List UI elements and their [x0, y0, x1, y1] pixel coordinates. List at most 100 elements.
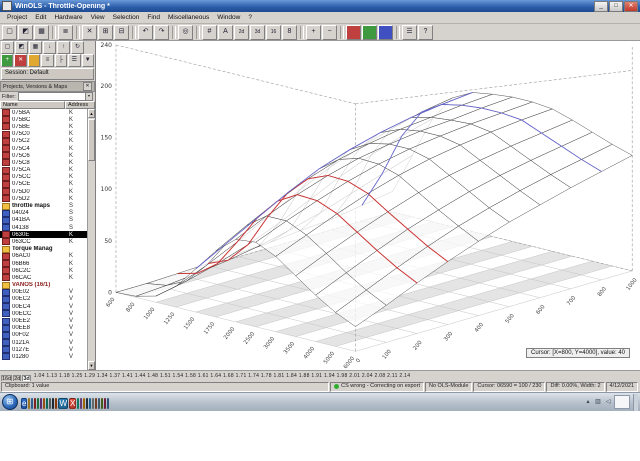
map-list-item[interactable]: VANOS (16/1): [0, 281, 87, 289]
side-new-icon[interactable]: ▢: [1, 41, 14, 54]
text-view-icon[interactable]: A: [218, 24, 233, 40]
print-icon[interactable]: ≣: [58, 24, 73, 40]
map-list-item[interactable]: 075CC K: [0, 173, 87, 181]
map-list-item[interactable]: 00EE2 V: [0, 317, 87, 325]
map-list-item[interactable]: 06B66 K: [0, 260, 87, 268]
menu-view[interactable]: View: [87, 14, 109, 21]
panel-close-button[interactable]: ✕: [83, 82, 92, 91]
open-project-icon[interactable]: ◩: [18, 24, 33, 40]
map-list-item[interactable]: 01280 V: [0, 353, 87, 361]
tray-network-icon[interactable]: ▥: [594, 398, 602, 406]
cut-icon[interactable]: ✕: [82, 24, 97, 40]
menu-find[interactable]: Find: [143, 14, 164, 21]
side-del-map-icon[interactable]: ✕: [14, 54, 27, 67]
tray-arrow-icon[interactable]: ▴: [584, 398, 592, 406]
column-header-name[interactable]: Name: [0, 101, 65, 109]
map-list-item[interactable]: 075BC K: [0, 116, 87, 124]
map-3d-view[interactable]: 0 50 100 150 200 240 600 800 1000 1250 1500 1750 200…: [96, 41, 640, 370]
view-8bit-icon[interactable]: 8: [282, 24, 297, 40]
side-save-icon[interactable]: ▦: [29, 41, 42, 54]
show-desktop-button[interactable]: [633, 393, 638, 411]
side-import-icon[interactable]: ↓: [43, 41, 56, 54]
map-list-item[interactable]: 075CE K: [0, 180, 87, 188]
side-open-icon[interactable]: ◩: [15, 41, 28, 54]
save-icon[interactable]: ▦: [34, 24, 49, 40]
side-export-icon[interactable]: ↑: [57, 41, 70, 54]
menu-hardware[interactable]: Hardware: [50, 14, 86, 21]
taskbar-app-browser[interactable]: e: [21, 398, 28, 409]
column-header-address[interactable]: Address: [65, 101, 95, 109]
map-list-item[interactable]: 075D2 K: [0, 195, 87, 203]
paste-icon[interactable]: ⊟: [114, 24, 129, 40]
properties-icon[interactable]: ☰: [402, 24, 417, 40]
map-list-item[interactable]: 06CAC K: [0, 274, 87, 282]
session-selector[interactable]: Session: Default: [1, 68, 94, 80]
map-list-item[interactable]: 0121A V: [0, 339, 87, 347]
minimize-button[interactable]: _: [594, 0, 608, 12]
map-list-item[interactable]: 075C6 K: [0, 152, 87, 160]
map-list-item[interactable]: 00EE8 V: [0, 324, 87, 332]
scroll-down-icon[interactable]: ▼: [88, 361, 95, 370]
start-button[interactable]: ⊞: [2, 394, 18, 410]
filter-dropdown[interactable]: ▾: [17, 92, 93, 101]
taskbar-app-10[interactable]: W: [58, 398, 69, 409]
map-list-item[interactable]: 063CC K: [0, 238, 87, 246]
side-refresh-icon[interactable]: ↻: [71, 41, 84, 54]
copy-icon[interactable]: ⊞: [98, 24, 113, 40]
map-list-item[interactable]: 041BA S: [0, 216, 87, 224]
map-list-item[interactable]: 075D0 K: [0, 188, 87, 196]
tray-volume-icon[interactable]: ◁: [604, 398, 612, 406]
map-list-item[interactable]: 04138 S: [0, 224, 87, 232]
map-list-item[interactable]: 06AC0 K: [0, 252, 87, 260]
surface-chart[interactable]: 050100150200240600 800 1000 1250 1500 1750 200…: [96, 41, 640, 370]
map-list-item[interactable]: 06C2C K: [0, 267, 87, 275]
map-list-item[interactable]: 0127E V: [0, 346, 87, 354]
zoom-out-icon[interactable]: −: [322, 24, 337, 40]
side-filter-icon[interactable]: ▼: [81, 54, 94, 67]
menu-project[interactable]: Project: [3, 14, 31, 21]
chevron-down-icon[interactable]: ▾: [85, 93, 92, 100]
menu-[interactable]: ?: [244, 14, 256, 21]
menu-window[interactable]: Window: [213, 14, 244, 21]
hex-view-icon[interactable]: #: [202, 24, 217, 40]
map-list-item[interactable]: Torque Manag: [0, 245, 87, 253]
sidebar-scrollbar[interactable]: ▲ ▼: [87, 109, 95, 370]
map-marker-blue-icon[interactable]: [378, 24, 393, 40]
zoom-in-icon[interactable]: +: [306, 24, 321, 40]
view-3d-icon[interactable]: 3d: [250, 24, 265, 40]
menu-selection[interactable]: Selection: [109, 14, 144, 21]
maximize-button[interactable]: □: [609, 0, 623, 12]
close-button[interactable]: ✕: [624, 0, 638, 12]
map-list-item[interactable]: 00EC4 V: [0, 303, 87, 311]
view-2d-icon[interactable]: 2d: [234, 24, 249, 40]
side-props-icon[interactable]: ☰: [68, 54, 81, 67]
new-project-icon[interactable]: ▢: [2, 24, 17, 40]
menu-miscellaneous[interactable]: Miscellaneous: [164, 14, 213, 21]
map-marker-green-icon[interactable]: [362, 24, 377, 40]
menu-edit[interactable]: Edit: [31, 14, 50, 21]
map-marker-red-icon[interactable]: [346, 24, 361, 40]
side-add-map-icon[interactable]: +: [1, 54, 14, 67]
map-list-item[interactable]: 0630E K: [0, 231, 87, 239]
map-list-item[interactable]: 075BA K: [0, 109, 87, 117]
scroll-up-icon[interactable]: ▲: [88, 109, 95, 118]
side-list-icon[interactable]: ≡: [41, 54, 54, 67]
view-16bit-icon[interactable]: 16: [266, 24, 281, 40]
tray-language-box[interactable]: [614, 395, 630, 409]
map-list-item[interactable]: 00EC2 V: [0, 295, 87, 303]
map-list-item[interactable]: 00ECC V: [0, 310, 87, 318]
map-list-item[interactable]: 00E02 V: [0, 288, 87, 296]
map-list-item[interactable]: 075C4 K: [0, 145, 87, 153]
map-list-item[interactable]: 075C2 K: [0, 137, 87, 145]
map-list-item[interactable]: 075C8 K: [0, 159, 87, 167]
map-list-item[interactable]: 00F02 V: [0, 331, 87, 339]
map-list-item[interactable]: throttle maps S: [0, 202, 87, 210]
taskbar-app-22[interactable]: [107, 398, 110, 409]
help-icon[interactable]: ?: [418, 24, 433, 40]
undo-icon[interactable]: ↶: [138, 24, 153, 40]
scrollbar-thumb[interactable]: [88, 119, 95, 161]
side-folder-icon[interactable]: [27, 54, 41, 67]
map-list-item[interactable]: 04024 S: [0, 209, 87, 217]
side-tree-icon[interactable]: ├: [54, 54, 68, 67]
redo-icon[interactable]: ↷: [154, 24, 169, 40]
